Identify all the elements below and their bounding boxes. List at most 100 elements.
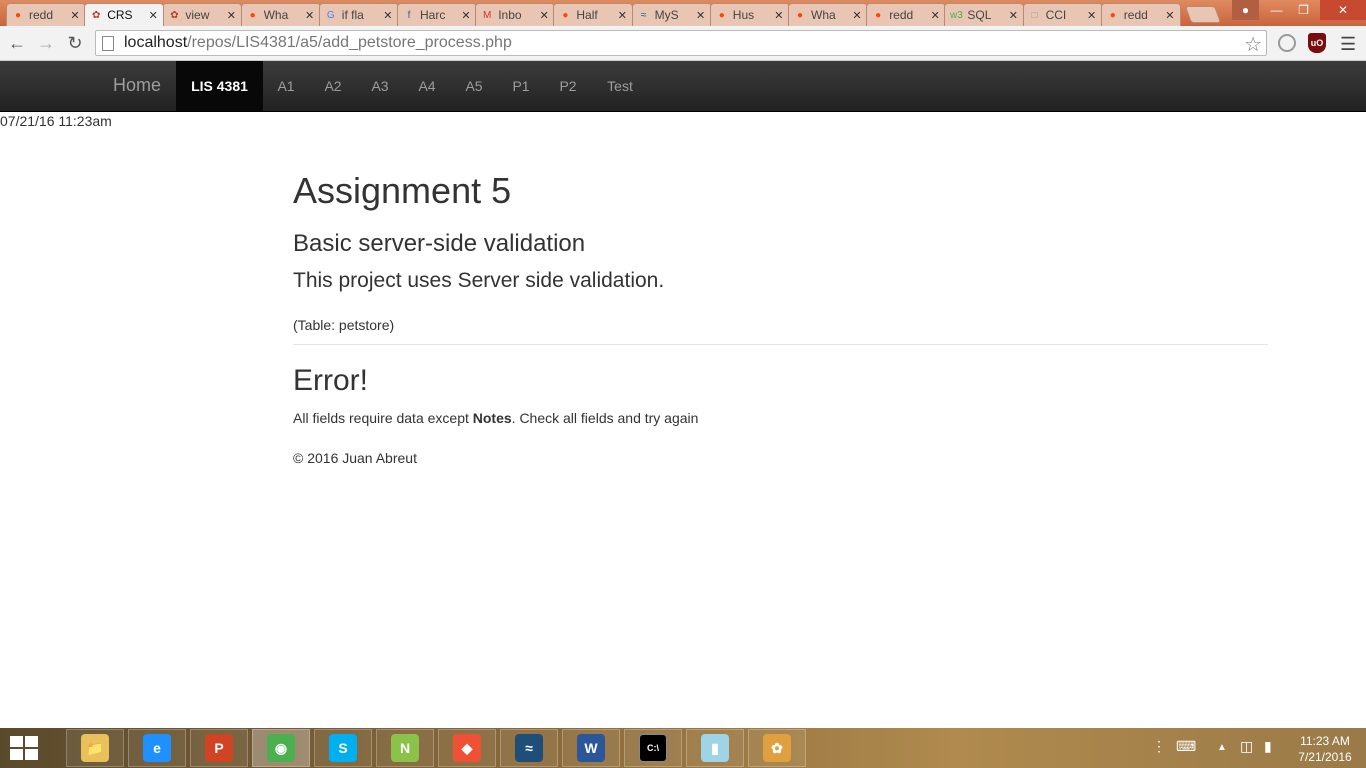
browser-tab[interactable]: ✿ view ✕ [162,3,243,26]
page-description: This project uses Server side validation… [293,269,665,292]
browser-tab[interactable]: w3 SQL ✕ [944,3,1025,26]
nav-item-test[interactable]: Test [592,61,648,111]
browser-tab[interactable]: ● Wha ✕ [240,3,321,26]
tab-title: Inbo [498,8,522,22]
reddit-icon: ● [249,9,256,21]
mysql-workbench-icon: ≈ [515,734,543,762]
clock-time: 11:23 AM [1300,734,1350,748]
close-tab-icon[interactable]: ✕ [225,9,237,22]
close-tab-icon[interactable]: ✕ [616,9,628,22]
reddit-icon: ● [875,9,882,21]
back-icon[interactable]: ← [6,32,28,54]
taskbar-app-button[interactable]: ≈ [500,729,558,767]
nav-item-p2[interactable]: P2 [545,61,591,111]
close-window-button[interactable]: ✕ [1320,0,1366,20]
close-tab-icon[interactable]: ✕ [538,9,550,22]
battery-icon[interactable]: ▮ [1264,738,1272,755]
taskbar-app-button[interactable]: N [376,729,434,767]
forward-icon[interactable]: → [35,32,57,54]
reddit-icon: ● [562,9,569,21]
nav-item-a2[interactable]: A2 [310,61,356,111]
nav-item-a5[interactable]: A5 [451,61,497,111]
reddit-icon: ● [14,9,22,21]
taskbar-app-button[interactable]: ▮ [686,729,744,767]
new-tab-button[interactable] [1184,6,1222,23]
ublock-icon[interactable]: uO [1308,33,1326,53]
tab-title: if fla [341,8,364,22]
word-icon: W [577,734,605,762]
reload-icon[interactable]: ↻ [64,32,86,54]
site-navbar: Home LIS 4381 A1 A2 A3 A4 A5 P1 P2 Test [0,61,1366,112]
close-tab-icon[interactable]: ✕ [851,9,863,22]
browser-tab[interactable]: f Harc ✕ [397,3,477,26]
close-tab-icon[interactable]: ✕ [69,9,81,22]
current-datetime: 07/21/16 11:23am [0,113,112,129]
browser-tab[interactable]: M Inbo ✕ [475,3,556,26]
google-icon: G [326,9,335,21]
network-icon[interactable]: ◫ [1240,738,1253,755]
taskbar-app-button[interactable]: 📁 [66,729,124,767]
user-profile-button[interactable]: ● [1232,0,1259,20]
nav-item-a3[interactable]: A3 [357,61,403,111]
close-tab-icon[interactable]: ✕ [929,9,941,22]
close-tab-icon[interactable]: ✕ [773,9,785,22]
url-host: localhost [124,34,188,51]
chrome-icon: ◉ [267,734,295,762]
mysql-icon: ≈ [640,9,647,21]
minimize-button[interactable]: — [1263,0,1290,20]
tab-title: SQL [967,8,992,22]
taskbar-app-button[interactable]: S [314,729,372,767]
taskbar-app-button[interactable]: C:\ [624,729,682,767]
browser-tab[interactable]: ● redd ✕ [866,3,947,26]
close-tab-icon[interactable]: ✕ [1086,9,1098,22]
browser-tab[interactable]: ● Hus ✕ [709,3,790,26]
browser-tab[interactable]: ● redd ✕ [1100,3,1181,26]
windows-start-icon[interactable] [10,736,38,760]
extension-icon[interactable] [1278,34,1296,52]
tab-title: Hus [732,8,755,22]
taskbar-app-button[interactable]: ◆ [438,729,496,767]
browser-tab[interactable]: □ CCI ✕ [1022,3,1103,26]
keyboard-icon[interactable]: ⌨ [1176,738,1196,755]
browser-tab[interactable]: ● redd ✕ [6,3,86,26]
nav-item-p1[interactable]: P1 [498,61,544,111]
show-hidden-icons-icon[interactable]: ▲ [1217,742,1227,753]
close-tab-icon[interactable]: ✕ [147,9,159,22]
nav-item-a4[interactable]: A4 [404,61,450,111]
close-tab-icon[interactable]: ✕ [695,9,707,22]
close-tab-icon[interactable]: ✕ [304,9,316,22]
close-tab-icon[interactable]: ✕ [1164,9,1176,22]
taskbar-app-button[interactable]: W [562,729,620,767]
close-tab-icon[interactable]: ✕ [382,9,394,22]
browser-tab[interactable]: ≈ MyS ✕ [631,3,712,26]
bookmark-star-icon[interactable]: ☆ [1244,32,1262,57]
taskbar-app-button[interactable]: ◉ [252,729,310,767]
notes-icon: ▮ [701,734,729,762]
taskbar-app-button[interactable]: ✿ [748,729,806,767]
browser-tab[interactable]: ● Wha ✕ [788,3,868,26]
table-note: (Table: petstore) [293,317,395,333]
taskbar-app-button[interactable]: P [190,729,248,767]
cmd-icon: C:\ [639,734,667,762]
taskbar-clock[interactable]: 11:23 AM 7/21/2016 [1290,733,1360,765]
tab-title: CCI [1045,8,1067,22]
crs-icon: ✿ [91,9,101,21]
browser-tab[interactable]: ● Half ✕ [553,3,634,26]
nav-item-lis-4381[interactable]: LIS 4381 [176,61,263,111]
tray-grip-icon: ⋮ [1152,738,1166,754]
chrome-menu-icon[interactable]: ☰ [1340,34,1356,55]
browser-tab[interactable]: Gif fla ✕ [318,3,399,26]
page-subtitle: Basic server-side validation [293,230,586,257]
browser-tab[interactable]: ✿ CRS ✕ [84,3,165,26]
nav-item-a1[interactable]: A1 [263,61,309,111]
close-tab-icon[interactable]: ✕ [1007,9,1019,22]
taskbar-app-button[interactable]: e [128,729,186,767]
error-suffix: . Check all fields and try again [511,410,699,426]
address-bar[interactable]: localhost/repos/LIS4381/a5/add_petstore_… [95,30,1267,56]
restore-button[interactable]: ❐ [1290,0,1317,20]
crs-icon: ✿ [170,9,179,21]
facebook-icon: f [407,9,411,21]
navbar-brand[interactable]: Home [113,75,161,96]
close-tab-icon[interactable]: ✕ [460,9,472,22]
tab-title: Harc [420,8,446,22]
